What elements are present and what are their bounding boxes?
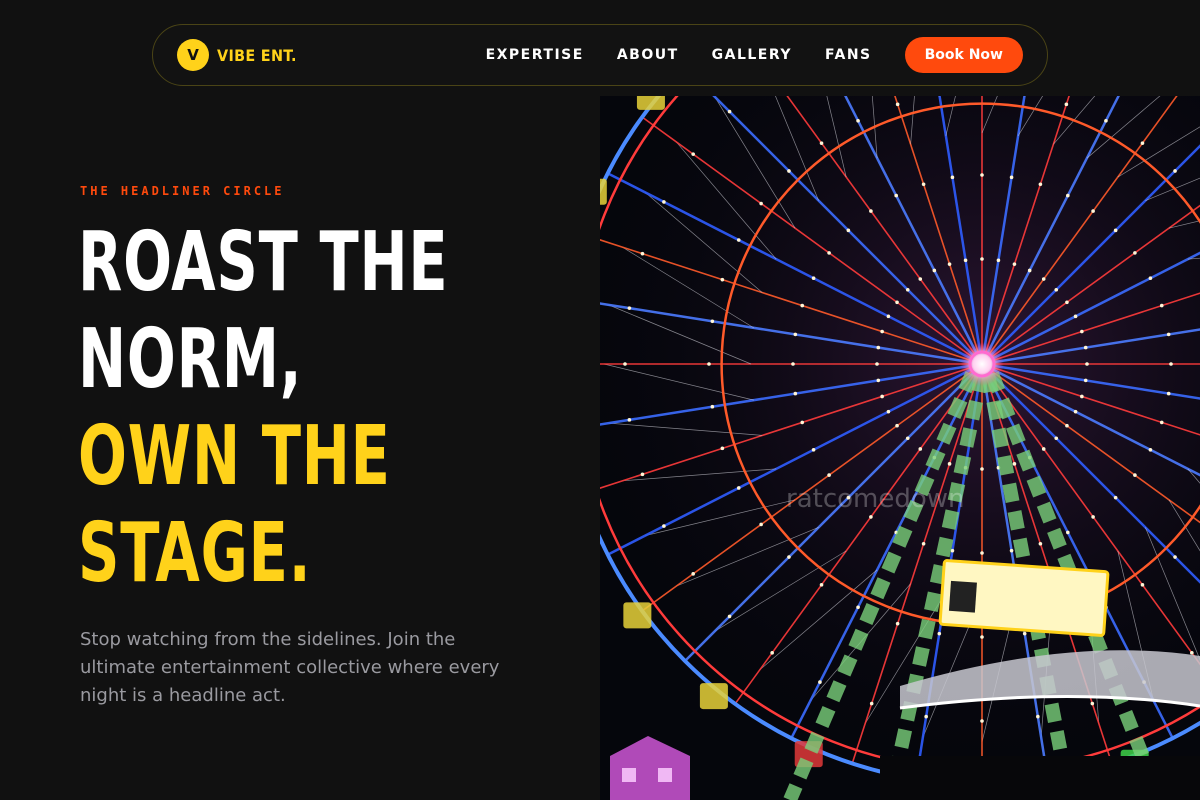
hero-headline: ROAST THE NORM, OWN THE STAGE. [78, 214, 449, 602]
hero-lead-paragraph: Stop watching from the sidelines. Join t… [80, 629, 500, 706]
brand[interactable]: V VIBE ENT. [177, 39, 297, 71]
hero-eyebrow: THE HEADLINER CIRCLE [80, 184, 285, 198]
headline-line-2: NORM, [78, 312, 303, 407]
hero-image-ferris-wheel: ratcomedown [600, 96, 1200, 800]
nav-link-fans[interactable]: FANS [825, 47, 872, 63]
ferris-wheel-illustration [600, 96, 1200, 800]
headline-line-4: STAGE. [78, 506, 312, 601]
image-watermark: ratcomedown [786, 484, 965, 514]
nav-links: EXPERTISE ABOUT GALLERY FANS Book Now [486, 37, 1023, 73]
headline-line-1: ROAST THE [78, 215, 449, 310]
brand-name: VIBE ENT. [217, 45, 297, 65]
headline-line-3: OWN THE [78, 409, 391, 504]
book-now-button[interactable]: Book Now [904, 37, 1023, 73]
nav-link-gallery[interactable]: GALLERY [712, 47, 792, 63]
nav-link-about[interactable]: ABOUT [617, 47, 679, 63]
brand-logo-icon: V [177, 39, 209, 71]
nav-link-expertise[interactable]: EXPERTISE [486, 47, 584, 63]
top-navbar: V VIBE ENT. EXPERTISE ABOUT GALLERY FANS… [152, 24, 1048, 86]
